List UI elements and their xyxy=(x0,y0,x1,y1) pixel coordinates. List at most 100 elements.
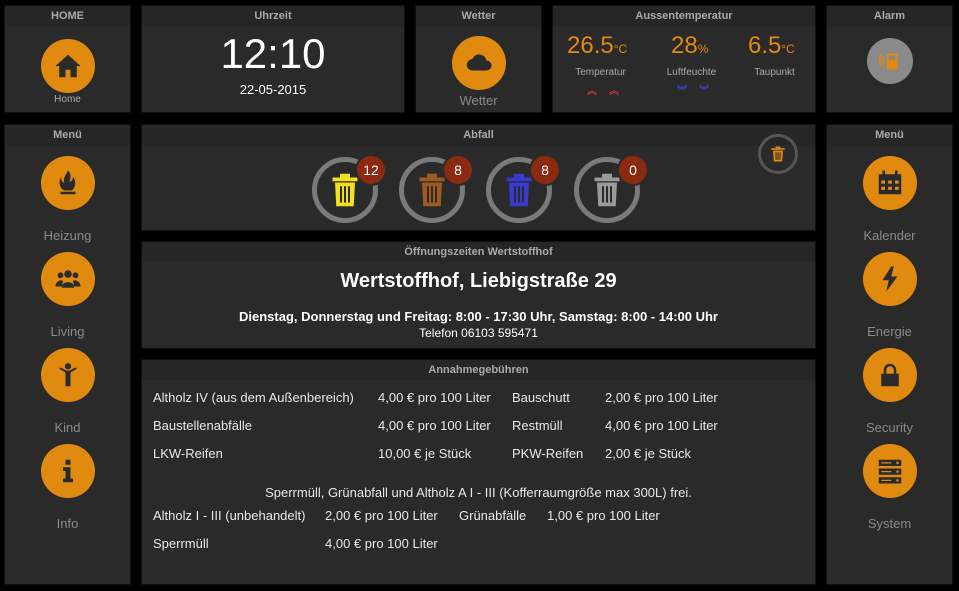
home-label: Home xyxy=(54,94,81,105)
dewpoint-value: 6.5°C xyxy=(748,32,795,59)
up-arrow-icon: ︽ xyxy=(609,86,619,97)
right-menu-header: Menü xyxy=(827,125,952,145)
fee-item: Restmüll xyxy=(512,418,563,433)
weather-label: Wetter xyxy=(459,93,498,108)
trash-icon xyxy=(506,173,532,207)
fee-price: 4,00 € pro 100 Liter xyxy=(378,418,491,433)
alarm-phone-icon xyxy=(878,53,898,70)
menu-label: Heizung xyxy=(43,228,92,243)
menu-item-heizung[interactable]: Heizung xyxy=(5,156,130,243)
menu-label: Kalender xyxy=(863,228,916,243)
bin-count-badge: 8 xyxy=(529,154,561,186)
bin-count-badge: 12 xyxy=(355,154,387,186)
hours-phone: Telefon 06103 595471 xyxy=(419,326,538,340)
home-panel: HOME Home xyxy=(4,5,131,113)
waste-header: Abfall xyxy=(142,125,815,145)
menu-item-kind[interactable]: Kind xyxy=(5,348,130,435)
fee-item: PKW-Reifen xyxy=(512,446,584,461)
flame-icon xyxy=(59,170,75,195)
fee-item: Altholz IV (aus dem Außenbereich) xyxy=(153,390,354,405)
weather-panel: Wetter Wetter xyxy=(415,5,542,113)
menu-item-system[interactable]: System xyxy=(827,444,952,531)
dewpoint-label: Taupunkt xyxy=(754,67,795,78)
fee-price: 4,00 € pro 100 Liter xyxy=(605,418,718,433)
trash-settings-button[interactable] xyxy=(758,134,798,174)
waste-bin-yellow[interactable]: 12 xyxy=(312,154,387,223)
left-menu-header: Menü xyxy=(5,125,130,145)
alarm-panel: Alarm xyxy=(826,5,953,113)
alarm-button[interactable] xyxy=(867,38,913,84)
trash-icon xyxy=(419,173,445,207)
lock-icon xyxy=(880,363,899,387)
outside-header: Aussentemperatur xyxy=(553,6,815,26)
humidity-label: Luftfeuchte xyxy=(666,67,717,78)
outside-temperature-panel: Aussentemperatur 26.5°C Temperatur ︽ ︽ 2… xyxy=(552,5,816,113)
menu-label: Living xyxy=(50,324,85,339)
fee-item: LKW-Reifen xyxy=(153,446,223,461)
clock-panel: Uhrzeit 12:10 22-05-2015 xyxy=(141,5,405,113)
menu-label: Energie xyxy=(867,324,912,339)
fee-item: Grünabfälle xyxy=(459,508,527,523)
people-icon xyxy=(55,270,80,288)
home-button[interactable] xyxy=(41,39,95,93)
waste-bin-blue[interactable]: 8 xyxy=(486,154,561,223)
alarm-header: Alarm xyxy=(827,6,952,26)
temperature-label: Temperatur xyxy=(575,67,626,78)
waste-bin-brown[interactable]: 8 xyxy=(399,154,474,223)
home-header: HOME xyxy=(5,6,130,26)
clock-header: Uhrzeit xyxy=(142,6,404,26)
menu-item-info[interactable]: Info xyxy=(5,444,130,531)
fee-price: 2,00 € pro 100 Liter xyxy=(605,390,718,405)
fee-item: Baustellenabfälle xyxy=(153,418,253,433)
trash-icon xyxy=(594,173,620,207)
fee-price: 4,00 € pro 100 Liter xyxy=(378,390,491,405)
waste-panel: Abfall xyxy=(141,124,816,231)
fee-item: Sperrmüll xyxy=(153,536,209,551)
fee-price: 1,00 € pro 100 Liter xyxy=(547,508,660,523)
fee-price: 4,00 € pro 100 Liter xyxy=(325,536,438,551)
fees-note: Sperrmüll, Grünabfall und Altholz A I - … xyxy=(265,485,692,500)
trash-icon xyxy=(332,173,358,207)
child-icon xyxy=(58,363,77,387)
fee-price: 10,00 € je Stück xyxy=(378,446,472,461)
menu-label: Security xyxy=(866,420,913,435)
fee-price: 2,00 € pro 100 Liter xyxy=(325,508,438,523)
house-icon xyxy=(55,54,81,78)
hours-times: Dienstag, Donnerstag und Freitag: 8:00 -… xyxy=(239,309,718,324)
menu-item-energie[interactable]: Energie xyxy=(827,252,952,339)
fee-price: 2,00 € je Stück xyxy=(605,446,691,461)
menu-label: Info xyxy=(56,516,79,531)
hours-title: Wertstoffhof, Liebigstraße 29 xyxy=(340,270,617,292)
temperature-value: 26.5°C xyxy=(567,32,628,59)
menu-item-living[interactable]: Living xyxy=(5,252,130,339)
waste-bin-grey[interactable]: 0 xyxy=(574,154,649,223)
clock-time: 12:10 xyxy=(220,30,326,77)
right-menu-panel: Menü Kalender Energie Security System xyxy=(826,124,953,585)
menu-item-kalender[interactable]: Kalender xyxy=(827,156,952,243)
menu-item-security[interactable]: Security xyxy=(827,348,952,435)
calendar-icon xyxy=(878,170,901,195)
menu-label: Kind xyxy=(54,420,81,435)
bin-count-badge: 8 xyxy=(442,154,474,186)
weather-button[interactable] xyxy=(452,36,506,90)
down-arrow-icon: ︾ xyxy=(677,86,687,97)
up-arrow-icon: ︽ xyxy=(587,86,597,97)
bin-count-badge: 0 xyxy=(617,154,649,186)
down-arrow-icon: ︾ xyxy=(699,86,709,97)
info-icon xyxy=(62,459,73,483)
fees-header: Annahmegebühren xyxy=(142,360,815,380)
clock-date: 22-05-2015 xyxy=(239,82,307,97)
server-icon xyxy=(878,459,901,484)
humidity-value: 28% xyxy=(671,32,709,59)
fee-item: Bauschutt xyxy=(512,390,570,405)
fees-panel: Annahmegebühren Altholz IV (aus dem Auße… xyxy=(141,359,816,585)
lightning-icon xyxy=(882,266,897,292)
opening-hours-panel: Öffnungszeiten Wertstoffhof Wertstoffhof… xyxy=(141,241,816,349)
cloud-icon xyxy=(466,54,492,71)
trash-icon xyxy=(771,146,785,162)
hours-header: Öffnungszeiten Wertstoffhof xyxy=(142,242,815,262)
left-menu-panel: Menü Heizung Living Kind Info xyxy=(4,124,131,585)
fee-item: Altholz I - III (unbehandelt) xyxy=(153,508,306,523)
menu-label: System xyxy=(867,516,912,531)
weather-header: Wetter xyxy=(416,6,541,26)
